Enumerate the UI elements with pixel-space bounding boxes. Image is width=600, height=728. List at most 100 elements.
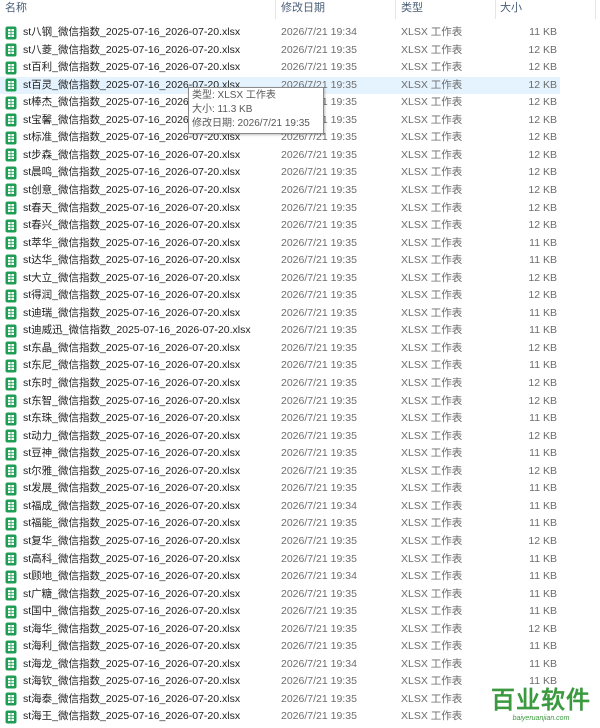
file-name: st创意_微信指数_2025-07-16_2026-07-20.xlsx <box>23 183 241 196</box>
excel-file-icon <box>5 113 17 127</box>
file-row[interactable]: st高科_微信指数_2025-07-16_2026-07-20.xlsx 2026… <box>0 551 560 568</box>
file-size: 12 KB <box>528 148 557 161</box>
file-name: st顾地_微信指数_2025-07-16_2026-07-20.xlsx <box>23 570 241 583</box>
file-name: st东晶_微信指数_2025-07-16_2026-07-20.xlsx <box>23 341 241 354</box>
file-size: 11 KB <box>529 26 557 38</box>
file-type: XLSX 工作表 <box>401 429 463 442</box>
file-size: 11 KB <box>529 640 557 653</box>
excel-file-icon <box>5 359 17 373</box>
file-type: XLSX 工作表 <box>401 464 463 477</box>
file-row[interactable]: st豆神_微信指数_2025-07-16_2026-07-20.xlsx 2026… <box>0 445 560 462</box>
excel-file-icon <box>5 236 17 250</box>
file-modified-date: 2026/7/21 19:35 <box>281 61 357 74</box>
file-size: 11 KB <box>529 499 557 512</box>
file-modified-date: 2026/7/21 19:35 <box>281 306 357 319</box>
file-name: st东时_微信指数_2025-07-16_2026-07-20.xlsx <box>23 377 241 389</box>
file-modified-date: 2026/7/21 19:34 <box>281 657 357 670</box>
excel-file-icon <box>5 148 17 162</box>
file-row[interactable]: st海龙_微信指数_2025-07-16_2026-07-20.xlsx 2026… <box>0 656 560 673</box>
file-row[interactable]: st萃华_微信指数_2025-07-16_2026-07-20.xlsx 2026… <box>0 235 560 252</box>
file-size: 12 KB <box>528 289 557 302</box>
file-size: 12 KB <box>528 394 557 407</box>
file-size: 12 KB <box>528 166 557 179</box>
excel-file-icon <box>5 482 17 496</box>
file-name: st尔雅_微信指数_2025-07-16_2026-07-20.xlsx <box>23 464 241 477</box>
file-row[interactable]: st复华_微信指数_2025-07-16_2026-07-20.xlsx 2026… <box>0 533 560 550</box>
file-size: 11 KB <box>529 359 557 372</box>
file-modified-date: 2026/7/21 19:35 <box>281 622 357 635</box>
file-row[interactable]: st大立_微信指数_2025-07-16_2026-07-20.xlsx 2026… <box>0 270 560 287</box>
file-size: 12 KB <box>528 113 557 126</box>
file-modified-date: 2026/7/21 19:34 <box>281 499 357 512</box>
file-row[interactable]: st晨鸣_微信指数_2025-07-16_2026-07-20.xlsx 2026… <box>0 164 560 181</box>
excel-file-icon <box>5 447 17 461</box>
file-row[interactable]: st海王_微信指数_2025-07-16_2026-07-20.xlsx 2026… <box>0 708 560 725</box>
file-modified-date: 2026/7/21 19:35 <box>281 219 357 232</box>
file-size: 12 KB <box>528 96 557 109</box>
file-size: 12 KB <box>528 183 557 196</box>
file-row[interactable]: st东智_微信指数_2025-07-16_2026-07-20.xlsx 2026… <box>0 393 560 410</box>
file-name: st广糖_微信指数_2025-07-16_2026-07-20.xlsx <box>23 587 241 600</box>
file-row[interactable]: st国中_微信指数_2025-07-16_2026-07-20.xlsx 2026… <box>0 603 560 620</box>
excel-file-icon <box>5 657 17 671</box>
file-name: st东智_微信指数_2025-07-16_2026-07-20.xlsx <box>23 394 241 407</box>
file-row[interactable]: st海华_微信指数_2025-07-16_2026-07-20.xlsx 2026… <box>0 621 560 638</box>
file-type: XLSX 工作表 <box>401 570 463 583</box>
file-row[interactable]: st福成_微信指数_2025-07-16_2026-07-20.xlsx 2026… <box>0 498 560 515</box>
file-row[interactable]: st春天_微信指数_2025-07-16_2026-07-20.xlsx 2026… <box>0 200 560 217</box>
file-row[interactable]: st迪瑞_微信指数_2025-07-16_2026-07-20.xlsx 2026… <box>0 305 560 322</box>
file-size: 11 KB <box>529 236 557 249</box>
file-row[interactable]: st海钦_微信指数_2025-07-16_2026-07-20.xlsx 2026… <box>0 673 560 690</box>
file-name: st高科_微信指数_2025-07-16_2026-07-20.xlsx <box>23 552 241 565</box>
tooltip-size-line: 大小: 11.3 KB <box>192 104 253 115</box>
file-row[interactable]: st达华_微信指数_2025-07-16_2026-07-20.xlsx 2026… <box>0 252 560 269</box>
excel-file-icon <box>5 640 17 654</box>
file-row[interactable]: st尔雅_微信指数_2025-07-16_2026-07-20.xlsx 2026… <box>0 463 560 480</box>
file-row[interactable]: st东时_微信指数_2025-07-16_2026-07-20.xlsx 2026… <box>0 375 560 392</box>
file-row[interactable]: st春兴_微信指数_2025-07-16_2026-07-20.xlsx 2026… <box>0 217 560 234</box>
file-row[interactable]: st东尼_微信指数_2025-07-16_2026-07-20.xlsx 2026… <box>0 357 560 374</box>
file-modified-date: 2026/7/21 19:35 <box>281 341 357 354</box>
file-modified-date: 2026/7/21 19:35 <box>281 447 357 460</box>
file-row[interactable]: st八钢_微信指数_2025-07-16_2026-07-20.xlsx 2026… <box>0 24 560 41</box>
file-row[interactable]: st迪威迅_微信指数_2025-07-16_2026-07-20.xlsx 202… <box>0 322 560 339</box>
excel-file-icon <box>5 377 17 391</box>
file-row[interactable]: st八菱_微信指数_2025-07-16_2026-07-20.xlsx 2026… <box>0 42 560 59</box>
file-size: 12 KB <box>528 78 557 91</box>
file-row[interactable]: st顾地_微信指数_2025-07-16_2026-07-20.xlsx 2026… <box>0 568 560 585</box>
file-row[interactable]: st海利_微信指数_2025-07-16_2026-07-20.xlsx 2026… <box>0 638 560 655</box>
file-row[interactable]: st广糖_微信指数_2025-07-16_2026-07-20.xlsx 2026… <box>0 586 560 603</box>
excel-file-icon <box>5 289 17 303</box>
file-modified-date: 2026/7/21 19:35 <box>281 605 357 618</box>
file-name: st海王_微信指数_2025-07-16_2026-07-20.xlsx <box>23 710 241 723</box>
file-name: st海华_微信指数_2025-07-16_2026-07-20.xlsx <box>23 622 241 635</box>
file-row[interactable]: st东珠_微信指数_2025-07-16_2026-07-20.xlsx 2026… <box>0 410 560 427</box>
file-row[interactable]: st百利_微信指数_2025-07-16_2026-07-20.xlsx 2026… <box>0 59 560 76</box>
file-row[interactable]: st步森_微信指数_2025-07-16_2026-07-20.xlsx 2026… <box>0 147 560 164</box>
file-name: st发展_微信指数_2025-07-16_2026-07-20.xlsx <box>23 482 241 495</box>
file-name: st晨鸣_微信指数_2025-07-16_2026-07-20.xlsx <box>23 166 241 179</box>
file-modified-date: 2026/7/21 19:35 <box>281 534 357 547</box>
excel-file-icon <box>5 429 17 443</box>
file-name: st迪瑞_微信指数_2025-07-16_2026-07-20.xlsx <box>23 306 241 319</box>
file-name: st百利_微信指数_2025-07-16_2026-07-20.xlsx <box>23 61 241 74</box>
file-row[interactable]: st海泰_微信指数_2025-07-16_2026-07-20.xlsx 2026… <box>0 691 560 708</box>
file-type: XLSX 工作表 <box>401 622 463 635</box>
excel-file-icon <box>5 341 17 355</box>
file-size: 11 KB <box>529 552 557 565</box>
file-row[interactable]: st发展_微信指数_2025-07-16_2026-07-20.xlsx 2026… <box>0 480 560 497</box>
excel-file-icon <box>5 324 17 338</box>
file-row[interactable]: st创意_微信指数_2025-07-16_2026-07-20.xlsx 2026… <box>0 182 560 199</box>
file-size: 12 KB <box>528 219 557 232</box>
file-row[interactable]: st得润_微信指数_2025-07-16_2026-07-20.xlsx 2026… <box>0 287 560 304</box>
excel-file-icon <box>5 622 17 636</box>
file-type: XLSX 工作表 <box>401 394 463 407</box>
file-size: 11 KB <box>529 324 557 337</box>
file-modified-date: 2026/7/21 19:35 <box>281 517 357 530</box>
file-row[interactable]: st动力_微信指数_2025-07-16_2026-07-20.xlsx 2026… <box>0 428 560 445</box>
file-type: XLSX 工作表 <box>401 377 463 389</box>
file-modified-date: 2026/7/21 19:34 <box>281 570 357 583</box>
file-row[interactable]: st福能_微信指数_2025-07-16_2026-07-20.xlsx 2026… <box>0 515 560 532</box>
file-name: st动力_微信指数_2025-07-16_2026-07-20.xlsx <box>23 429 241 442</box>
file-row[interactable]: st东晶_微信指数_2025-07-16_2026-07-20.xlsx 2026… <box>0 340 560 357</box>
